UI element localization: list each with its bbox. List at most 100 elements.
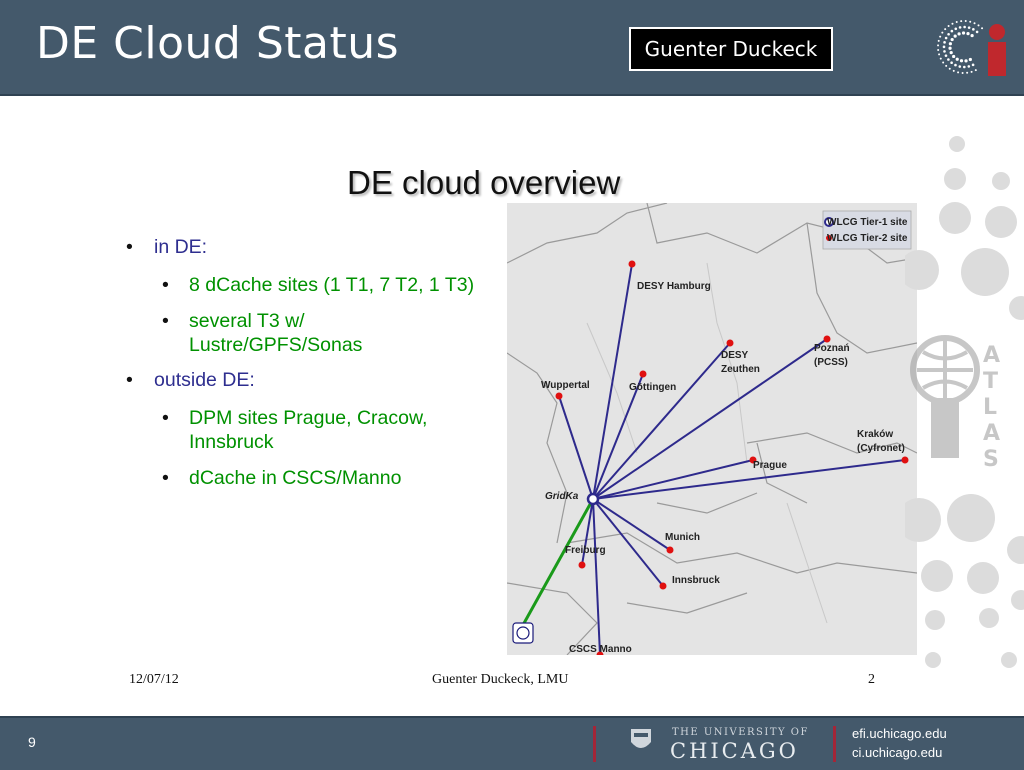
logo-dot — [939, 57, 942, 60]
decorative-circles: A T L A S — [905, 136, 1024, 668]
site-label: CSCS Manno — [569, 644, 632, 655]
logo-dot — [971, 63, 975, 67]
site-label: Prague — [753, 460, 787, 471]
logo-dot — [949, 51, 953, 55]
logo-dot — [948, 67, 951, 70]
uc-crest-icon — [631, 729, 651, 748]
logo-dot — [947, 25, 950, 28]
site-label: Zeuthen — [721, 364, 760, 375]
site-label: (PCSS) — [814, 357, 848, 368]
logo-dot — [975, 30, 979, 34]
slide-footer-date: 12/07/12 — [129, 672, 179, 687]
site-label: Innsbruck — [672, 575, 720, 586]
site-marker — [823, 335, 831, 343]
svg-text:A: A — [983, 421, 1000, 446]
logo-dot — [939, 35, 942, 38]
site-marker — [726, 339, 734, 347]
decor-circle — [961, 248, 1009, 296]
site-label: DESY Hamburg — [637, 281, 711, 292]
logo-dot — [964, 59, 968, 63]
footer-links: efi.uchicago.edu ci.uchicago.edu — [852, 724, 947, 762]
decor-circle — [925, 610, 945, 630]
site-label: Göttingen — [629, 382, 676, 393]
cern-marker — [512, 622, 534, 644]
logo-dot — [977, 24, 980, 27]
site-marker — [628, 260, 636, 268]
logo-dot — [955, 57, 959, 61]
decor-circle — [1009, 296, 1024, 320]
decor-circle — [925, 652, 941, 668]
page-title: DE Cloud Status — [36, 18, 400, 69]
logo-dot — [964, 20, 967, 23]
logo-dot — [968, 57, 972, 62]
site-marker — [659, 582, 667, 590]
logo-dot — [942, 61, 945, 64]
site-marker — [666, 546, 674, 554]
decor-circle — [905, 250, 939, 290]
logo-dot — [958, 65, 962, 68]
logo-dot — [943, 41, 946, 44]
logo-dot — [943, 50, 946, 53]
footer-bar: 9 THE UNIVERSITY OF CHICAGO efi.uchicago… — [0, 716, 1024, 770]
logo-dot — [937, 44, 940, 47]
logo-dot — [967, 65, 971, 68]
logo-dot — [952, 69, 955, 72]
logo-dot — [937, 48, 940, 51]
logo-dot — [957, 32, 961, 36]
logo-dot — [970, 33, 974, 38]
site-label: DESY — [721, 350, 749, 361]
ci-link[interactable]: ci.uchicago.edu — [852, 743, 947, 762]
divider — [833, 726, 836, 762]
header-bar: DE Cloud Status Guenter Duckeck — [0, 0, 1024, 96]
logo-dot — [970, 70, 973, 73]
decor-circle — [992, 172, 1010, 190]
svg-text:S: S — [983, 447, 999, 472]
logo-dot — [960, 20, 963, 23]
decor-circle — [921, 560, 953, 592]
decor-circle — [979, 608, 999, 628]
logo-dot — [950, 29, 954, 33]
hub-marker — [586, 492, 600, 506]
site-label: Kraków — [857, 429, 893, 440]
slide-heading: DE cloud overview — [347, 164, 621, 201]
decor-circle — [905, 498, 941, 542]
decor-circle — [1001, 652, 1017, 668]
logo-dot — [948, 46, 952, 50]
logo-dot — [950, 37, 954, 42]
logo-dot — [961, 71, 964, 74]
site-marker — [578, 561, 586, 569]
divider — [593, 726, 596, 762]
slide-footer-page: 2 — [868, 672, 875, 687]
logo-dot — [938, 53, 941, 56]
decor-circle — [939, 202, 971, 234]
logo-dot — [954, 63, 957, 67]
logo-dot — [966, 31, 970, 36]
logo-dot — [981, 27, 984, 30]
logo-dot — [955, 21, 958, 24]
logo-dot — [958, 26, 962, 29]
logo-dot — [972, 28, 975, 31]
logo-dot — [942, 45, 946, 49]
logo-dot — [969, 20, 972, 23]
logo-dot — [948, 42, 952, 46]
logo-dot — [945, 64, 948, 67]
uc-wordmark: CHICAGO — [670, 739, 799, 763]
decor-circle — [949, 136, 965, 152]
logo-dot — [963, 65, 966, 69]
bullet-outside-de: outside DE: — [126, 369, 506, 392]
atlas-logo: A T L A S — [910, 335, 1000, 472]
decor-circle — [944, 168, 966, 190]
ci-logo-icon — [937, 20, 1006, 76]
site-marker — [639, 370, 647, 378]
author-badge: Guenter Duckeck — [629, 27, 833, 71]
decor-circle — [967, 562, 999, 594]
decor-circle — [947, 494, 995, 542]
site-label: Freiburg — [565, 545, 606, 556]
legend-tier1: WLCG Tier-1 site — [827, 217, 908, 228]
efi-link[interactable]: efi.uchicago.edu — [852, 724, 947, 743]
sub-bullet: dCache in CSCS/Manno — [126, 466, 506, 490]
site-label: Wuppertal — [541, 380, 590, 391]
decor-circle — [1011, 590, 1024, 610]
logo-dot — [957, 71, 960, 74]
bullet-in-de: in DE: — [126, 236, 506, 259]
